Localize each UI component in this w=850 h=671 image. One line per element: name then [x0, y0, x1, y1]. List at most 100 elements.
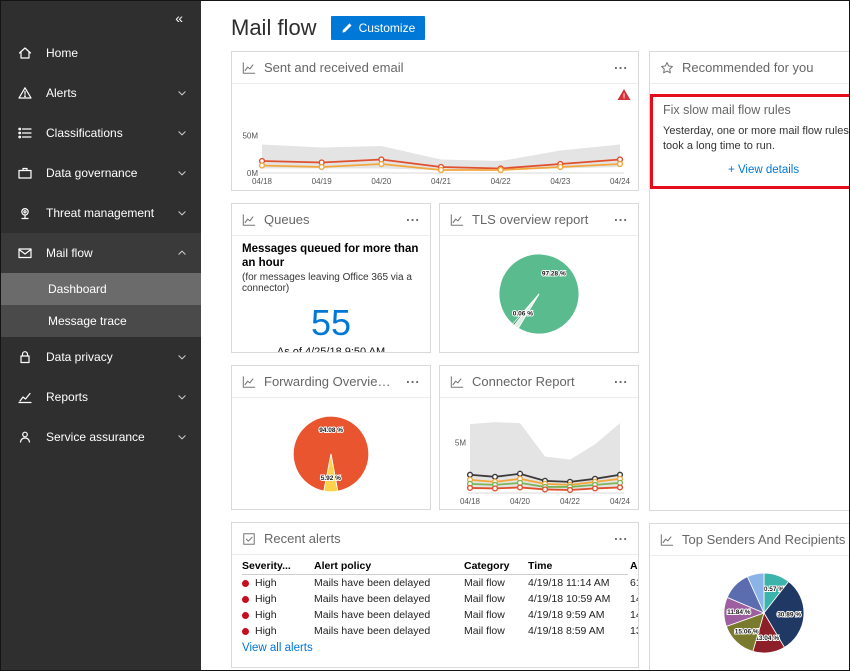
app-window: « Home Alerts Classifications Data governan…	[0, 0, 850, 671]
card-menu-button[interactable]: ...	[614, 210, 628, 226]
top-senders-pie-chart: 10.57 % 30.89 % 13.04 % 15.06 % 11.84 %	[650, 556, 849, 670]
view-all-alerts-link[interactable]: View all alerts	[242, 642, 628, 654]
card-title: Recent alerts	[264, 531, 341, 546]
sidebar-nav: Home Alerts Classifications Data governance…	[1, 33, 201, 457]
alerts-column-header-4[interactable]: Activities...	[630, 560, 638, 572]
sidebar-collapse-row: «	[1, 1, 201, 33]
card-recent-alerts: Recent alerts ... Severity... Alert polic…	[231, 522, 639, 668]
alert-cell-activities: 13539	[630, 625, 638, 637]
svg-text:04/21: 04/21	[431, 177, 452, 186]
sidebar-item-message-trace[interactable]: Message trace	[1, 305, 201, 337]
star-icon	[660, 61, 674, 75]
chevron-down-icon	[178, 91, 186, 96]
view-details-link[interactable]: + View details	[663, 164, 849, 176]
card-title: Forwarding Overview Rep...	[264, 374, 398, 389]
card-title: Top Senders And Recipients	[682, 532, 846, 547]
card-header: Forwarding Overview Rep... ...	[232, 366, 430, 398]
dashboard-right-column: Recommended for you ... Fix slow mail fl…	[649, 51, 849, 670]
sidebar-item-label: Dashboard	[48, 282, 107, 296]
alert-cell-time: 4/19/18 8:59 AM	[528, 625, 605, 637]
alert-cell-activities: 6186	[630, 577, 638, 589]
card-menu-button[interactable]: ...	[614, 529, 628, 545]
sidebar-item-label: Classifications	[46, 126, 123, 140]
svg-text:5M: 5M	[455, 438, 466, 447]
alerts-column-header-3[interactable]: Time	[528, 560, 630, 572]
card-title: Connector Report	[472, 374, 575, 389]
line-chart-icon	[242, 61, 256, 75]
alerts-column-header-2[interactable]: Category	[464, 560, 528, 572]
alert-row[interactable]: High Mails have been delayed Mail flow 4/19…	[242, 575, 638, 591]
card-header: Sent and received email ...	[232, 52, 638, 84]
alert-cell-policy: Mails have been delayed	[314, 593, 431, 605]
sidebar-item-threat-management[interactable]: Threat management	[1, 193, 201, 233]
chevron-up-icon	[178, 250, 186, 255]
reports-icon	[18, 392, 32, 404]
alerts-table-header: Severity...Alert policyCategoryTimeActiv…	[242, 558, 638, 575]
severity-dot	[242, 595, 249, 603]
sidebar-item-data-privacy[interactable]: Data privacy	[1, 337, 201, 377]
severity-label: High	[255, 625, 277, 637]
chevron-down-icon	[178, 395, 186, 400]
governance-icon	[18, 167, 32, 179]
forwarding-overview-svg: 94.08 % 5.92 %	[292, 415, 370, 492]
card-menu-button[interactable]: ...	[614, 372, 628, 388]
card-header: Queues ...	[232, 204, 430, 236]
recommendation-title-row: Fix slow mail flow rules ...	[663, 103, 849, 117]
card-menu-button[interactable]: ...	[406, 210, 420, 226]
customize-button[interactable]: Customize	[330, 16, 426, 40]
sidebar-item-label: Reports	[46, 390, 89, 404]
chevron-down-icon	[178, 131, 186, 136]
sent-received-svg: 50M0M04/18 04/19 04/20 04/21 04/22 04/23 04/24…	[242, 89, 631, 186]
alert-cell-category: Mail flow	[464, 625, 505, 637]
sidebar-item-service-assurance[interactable]: Service assurance	[1, 417, 201, 457]
page-title: Mail flow	[231, 15, 317, 40]
chevron-down-icon	[178, 211, 186, 216]
sidebar-item-mail-flow[interactable]: Mail flow	[1, 233, 201, 273]
alert-cell-category: Mail flow	[464, 577, 505, 589]
top-senders-svg: 10.57 %30.89 %13.04 %15.06 %11.84 %	[723, 572, 804, 654]
sidebar-item-classifications[interactable]: Classifications	[1, 113, 201, 153]
tls-overview-svg: 97.28 % 0.06 %	[498, 253, 580, 335]
svg-text:04/22: 04/22	[491, 177, 512, 186]
chevron-down-icon	[178, 355, 186, 360]
svg-text:04/19: 04/19	[312, 177, 333, 186]
svg-text:13.04 %: 13.04 %	[755, 635, 779, 642]
card-menu-button[interactable]: ...	[614, 58, 628, 74]
severity-label: High	[255, 609, 277, 621]
alerts-column-header-0[interactable]: Severity...	[242, 560, 314, 572]
threat-icon	[21, 208, 29, 220]
card-connector-report: Connector Report ... 5M 04/18 04/20 04/22 04…	[439, 365, 639, 510]
mail-icon	[18, 248, 32, 259]
line-chart-icon	[450, 213, 464, 227]
sidebar-item-data-governance[interactable]: Data governance	[1, 153, 201, 193]
alert-row[interactable]: High Mails have been delayed Mail flow 4/19…	[242, 607, 638, 623]
sidebar-item-home[interactable]: Home	[1, 33, 201, 73]
sidebar-item-reports[interactable]: Reports	[1, 377, 201, 417]
sidebar-item-dashboard[interactable]: Dashboard	[1, 273, 201, 305]
collapse-sidebar-button[interactable]: «	[175, 11, 183, 25]
card-title: Queues	[264, 212, 310, 227]
alerts-column-header-1[interactable]: Alert policy	[314, 560, 464, 572]
svg-text:15.06 %: 15.06 %	[734, 628, 758, 635]
assurance-icon	[19, 431, 31, 443]
severity-dot	[242, 627, 249, 635]
svg-text:04/23: 04/23	[550, 177, 571, 186]
forwarding-pie-chart: 94.08 % 5.92 %	[232, 398, 430, 509]
alert-cell-time: 4/19/18 9:59 AM	[528, 609, 605, 621]
card-menu-button[interactable]: ...	[406, 372, 420, 388]
svg-text:5.92 %: 5.92 %	[321, 474, 341, 481]
recommendation-title: Fix slow mail flow rules	[663, 103, 791, 117]
sidebar-item-label: Data governance	[46, 166, 138, 180]
severity-label: High	[255, 577, 277, 589]
card-tls-overview: TLS overview report ... 97.28 % 0.06 %	[439, 203, 639, 353]
card-recommended-for-you: Recommended for you ... Fix slow mail fl…	[649, 51, 849, 511]
alert-row[interactable]: High Mails have been delayed Mail flow 4/19…	[242, 591, 638, 607]
alert-icon	[18, 87, 32, 99]
alert-cell-time: 4/19/18 11:14 AM	[528, 577, 610, 589]
alert-cell-category: Mail flow	[464, 609, 505, 621]
alert-row[interactable]: High Mails have been delayed Mail flow 4/19…	[242, 623, 638, 639]
recommendation-body: Yesterday, one or more mail flow rules t…	[663, 125, 849, 153]
card-top-senders-recipients: Top Senders And Recipients ... 10.57 %30…	[649, 523, 849, 670]
sidebar-item-alerts[interactable]: Alerts	[1, 73, 201, 113]
checkbox-icon	[242, 532, 256, 546]
